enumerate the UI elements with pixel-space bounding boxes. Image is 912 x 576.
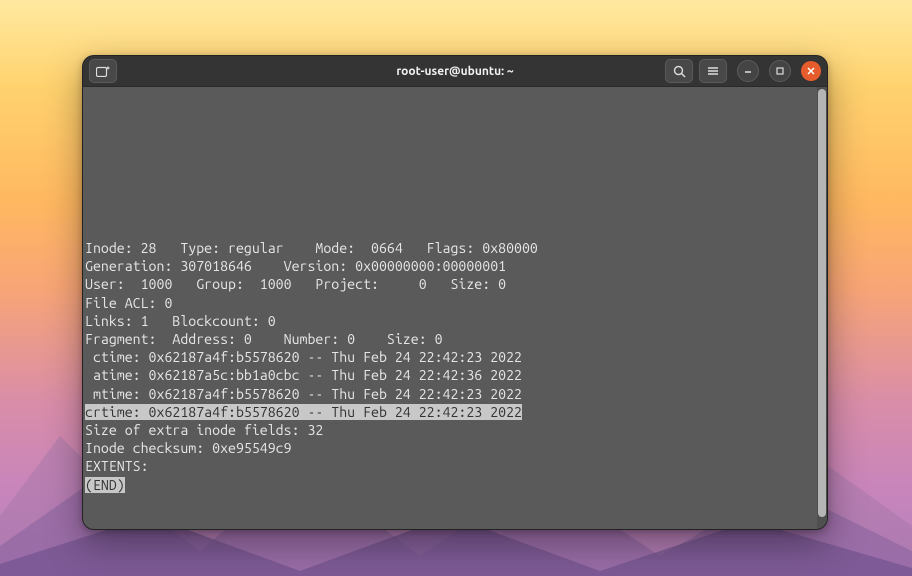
output-line: Fragment: Address: 0 Number: 0 Size: 0 xyxy=(85,330,815,348)
scrollbar[interactable] xyxy=(817,87,827,530)
output-line: File ACL: 0 xyxy=(85,294,815,312)
search-button[interactable] xyxy=(665,59,693,83)
output-line: EXTENTS: xyxy=(85,457,815,475)
hamburger-icon xyxy=(706,65,720,77)
output-line: mtime: 0x62187a4f:b5578620 -- Thu Feb 24… xyxy=(85,385,815,403)
maximize-button[interactable] xyxy=(769,60,791,82)
output-line: Links: 1 Blockcount: 0 xyxy=(85,312,815,330)
close-icon xyxy=(806,66,816,76)
terminal-output: Inode: 28 Type: regular Mode: 0664 Flags… xyxy=(83,87,817,530)
minimize-icon xyxy=(743,66,753,76)
output-line: crtime: 0x62187a4f:b5578620 -- Thu Feb 2… xyxy=(85,403,815,421)
new-tab-button[interactable] xyxy=(89,59,117,83)
scrollbar-thumb[interactable] xyxy=(818,89,826,517)
output-line: (END) xyxy=(85,476,815,494)
output-line: Inode checksum: 0xe95549c9 xyxy=(85,439,815,457)
output-line: Size of extra inode fields: 32 xyxy=(85,421,815,439)
minimize-button[interactable] xyxy=(737,60,759,82)
output-line: Generation: 307018646 Version: 0x0000000… xyxy=(85,257,815,275)
titlebar: root-user@ubuntu: ~ xyxy=(83,56,827,87)
search-icon xyxy=(673,65,686,78)
close-button[interactable] xyxy=(801,61,821,81)
terminal-window: root-user@ubuntu: ~ xyxy=(82,55,828,530)
pager-end-marker: (END) xyxy=(85,477,125,493)
output-line: User: 1000 Group: 1000 Project: 0 Size: … xyxy=(85,275,815,293)
highlighted-crtime: crtime: 0x62187a4f:b5578620 -- Thu Feb 2… xyxy=(85,404,522,420)
output-line: Inode: 28 Type: regular Mode: 0664 Flags… xyxy=(85,239,815,257)
output-line: ctime: 0x62187a4f:b5578620 -- Thu Feb 24… xyxy=(85,348,815,366)
output-line: atime: 0x62187a5c:bb1a0cbc -- Thu Feb 24… xyxy=(85,366,815,384)
terminal-body[interactable]: Inode: 28 Type: regular Mode: 0664 Flags… xyxy=(83,87,827,530)
menu-button[interactable] xyxy=(699,59,727,83)
maximize-icon xyxy=(775,66,785,76)
new-tab-icon xyxy=(96,65,110,77)
